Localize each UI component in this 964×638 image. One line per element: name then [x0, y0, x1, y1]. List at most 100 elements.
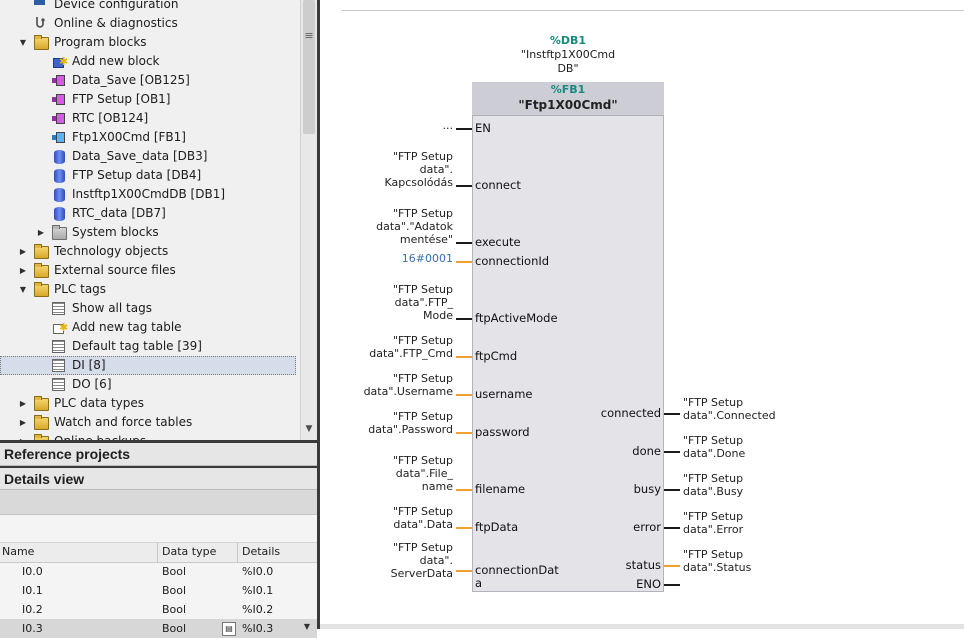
tree-item[interactable]: ▶ Technology objects: [0, 242, 300, 261]
tree-item[interactable]: FTP Setup [OB1]: [0, 90, 300, 109]
input-argument[interactable]: data".Data: [393, 518, 453, 531]
tree-item[interactable]: Data_Save_data [DB3]: [0, 147, 300, 166]
pin-ftpcmd[interactable]: ftpCmd: [475, 349, 517, 363]
input-argument[interactable]: data".: [420, 163, 453, 176]
tree-item[interactable]: ▼ PLC tags: [0, 280, 300, 299]
collapse-arrow-icon[interactable]: ▼: [18, 280, 28, 299]
input-argument[interactable]: "FTP Setup: [393, 334, 453, 347]
tree-item[interactable]: DI [8]: [0, 356, 296, 375]
table-row[interactable]: I0.2 Bool %I0.2: [0, 600, 317, 619]
tree-item[interactable]: ▶ Online backups: [0, 432, 300, 440]
output-argument[interactable]: "FTP Setup: [683, 472, 743, 485]
input-argument[interactable]: data".File_: [396, 467, 453, 480]
input-argument[interactable]: data".FTP_: [395, 296, 453, 309]
instance-db-address[interactable]: %DB1: [520, 34, 616, 48]
tree-item[interactable]: RTC_data [DB7]: [0, 204, 300, 223]
input-argument[interactable]: "FTP Setup: [393, 410, 453, 423]
expand-arrow-icon[interactable]: ▶: [36, 223, 46, 242]
table-icon[interactable]: ▤: [222, 622, 236, 636]
tree-item[interactable]: ▶ System blocks: [0, 223, 300, 242]
input-argument[interactable]: "FTP Setup: [393, 505, 453, 518]
output-argument[interactable]: "FTP Setup: [683, 548, 743, 561]
output-argument[interactable]: data".Error: [683, 523, 743, 536]
output-argument[interactable]: data".Connected: [683, 409, 776, 422]
pin-eno[interactable]: ENO: [636, 577, 661, 591]
pin-connectionid[interactable]: connectionId: [475, 254, 549, 268]
input-argument[interactable]: "FTP Setup: [393, 541, 453, 554]
pin-execute[interactable]: execute: [475, 235, 521, 249]
pin-filename[interactable]: filename: [475, 482, 525, 496]
tree-item[interactable]: Data_Save [OB125]: [0, 71, 300, 90]
output-argument[interactable]: "FTP Setup: [683, 396, 743, 409]
pin-ftpdata[interactable]: ftpData: [475, 520, 518, 534]
output-argument[interactable]: data".Done: [683, 447, 745, 460]
input-argument[interactable]: Kapcsolódás: [385, 176, 454, 189]
tree-item[interactable]: ✱ Add new tag table: [0, 318, 300, 337]
pin-status[interactable]: status: [626, 558, 661, 572]
scrollbar-thumb[interactable]: [303, 0, 315, 134]
tree-item[interactable]: DO [6]: [0, 375, 300, 394]
column-data-type[interactable]: Data type: [162, 545, 216, 558]
input-argument[interactable]: data".: [420, 554, 453, 567]
reference-projects-header[interactable]: Reference projects: [0, 440, 317, 466]
tree-item[interactable]: ▶ PLC data types: [0, 394, 300, 413]
pin-username[interactable]: username: [475, 387, 533, 401]
column-name[interactable]: Name: [2, 545, 34, 558]
pin-ftpactivemode[interactable]: ftpActiveMode: [475, 311, 558, 325]
input-argument[interactable]: 16#0001: [402, 252, 453, 265]
input-argument[interactable]: data".FTP_Cmd: [369, 347, 453, 360]
input-argument[interactable]: "FTP Setup: [393, 150, 453, 163]
output-argument[interactable]: "FTP Setup: [683, 434, 743, 447]
pin-done[interactable]: done: [632, 444, 661, 458]
instance-db-name-line2[interactable]: DB": [506, 62, 630, 76]
tree-item[interactable]: FTP Setup data [DB4]: [0, 166, 300, 185]
input-argument[interactable]: ServerData: [391, 567, 453, 580]
input-argument[interactable]: "FTP Setup: [393, 372, 453, 385]
tree-item[interactable]: RTC [OB124]: [0, 109, 300, 128]
instance-db-name-line1[interactable]: "Instftp1X00Cmd: [506, 48, 630, 62]
output-argument[interactable]: "FTP Setup: [683, 510, 743, 523]
scroll-down-icon[interactable]: ▼: [300, 622, 314, 636]
tree-item[interactable]: Default tag table [39]: [0, 337, 300, 356]
input-argument[interactable]: data".Username: [364, 385, 453, 398]
pin-connectiondat[interactable]: connectionDat: [475, 563, 559, 577]
input-argument[interactable]: Mode: [423, 309, 453, 322]
input-argument[interactable]: ...: [443, 119, 454, 132]
tree-item[interactable]: ▶ Watch and force tables: [0, 413, 300, 432]
input-argument[interactable]: mentése": [400, 233, 453, 246]
expand-arrow-icon[interactable]: ▶: [18, 394, 28, 413]
pin-en[interactable]: EN: [475, 121, 491, 135]
pin-busy[interactable]: busy: [634, 482, 661, 496]
tree-item[interactable]: Show all tags: [0, 299, 300, 318]
input-argument[interactable]: "FTP Setup: [393, 207, 453, 220]
tree-item[interactable]: ✱ Add new block: [0, 52, 300, 71]
pin-error[interactable]: error: [633, 520, 661, 534]
expand-arrow-icon[interactable]: ▶: [18, 432, 28, 440]
scroll-down-icon[interactable]: ▼: [301, 424, 317, 438]
pin-password[interactable]: password: [475, 425, 530, 439]
input-argument[interactable]: name: [422, 480, 453, 493]
tree-item[interactable]: ▼ Program blocks: [0, 33, 300, 52]
details-view-header[interactable]: Details view: [0, 466, 317, 490]
pin-connectiondat-cont[interactable]: a: [475, 576, 482, 590]
input-argument[interactable]: data".Password: [368, 423, 453, 436]
input-argument[interactable]: "FTP Setup: [393, 283, 453, 296]
expand-arrow-icon[interactable]: ▶: [18, 242, 28, 261]
tree-item[interactable]: Instftp1X00CmdDB [DB1]: [0, 185, 300, 204]
tree-item[interactable]: Device configuration: [0, 0, 300, 14]
tree-item[interactable]: Ftp1X00Cmd [FB1]: [0, 128, 300, 147]
column-details[interactable]: Details: [242, 545, 280, 558]
tree-item[interactable]: ▶ External source files: [0, 261, 300, 280]
expand-arrow-icon[interactable]: ▶: [18, 261, 28, 280]
output-argument[interactable]: data".Status: [683, 561, 751, 574]
function-block-box[interactable]: [472, 82, 664, 592]
project-tree-scrollbar[interactable]: ≡ ▼: [300, 0, 317, 440]
input-argument[interactable]: "FTP Setup: [393, 454, 453, 467]
input-argument[interactable]: data"."Adatok: [376, 220, 453, 233]
collapse-arrow-icon[interactable]: ▼: [18, 33, 28, 52]
tree-item[interactable]: Online & diagnostics: [0, 14, 300, 33]
pin-connect[interactable]: connect: [475, 178, 521, 192]
table-row[interactable]: I0.0 Bool %I0.0: [0, 562, 317, 581]
expand-arrow-icon[interactable]: ▶: [18, 413, 28, 432]
table-row[interactable]: I0.1 Bool %I0.1: [0, 581, 317, 600]
